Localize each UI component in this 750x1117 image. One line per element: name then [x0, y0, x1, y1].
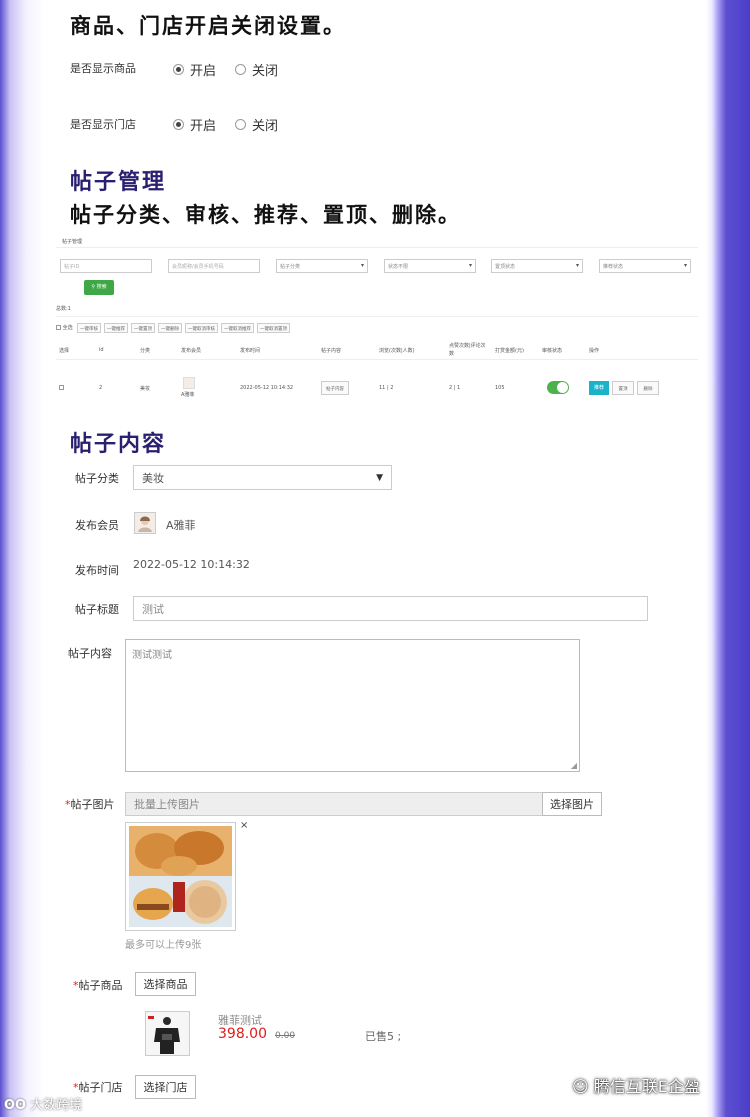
row-time: 2022-05-12 10:14:32 — [240, 385, 294, 391]
store-label: *帖子门店 — [73, 1081, 123, 1094]
food-image — [129, 826, 232, 927]
time-label: 发布时间 — [75, 564, 119, 577]
category-label: 帖子分类 — [75, 472, 119, 485]
divider — [56, 316, 698, 317]
row-likes: 2 | 1 — [449, 385, 461, 391]
bulk-delete-button[interactable]: 一键删除 — [158, 323, 182, 333]
bulk-unapprove-button[interactable]: 一键取消审核 — [185, 323, 218, 333]
uploaded-image — [125, 822, 236, 931]
choose-image-button[interactable]: 选择图片 — [542, 792, 602, 816]
goods-image — [145, 1011, 190, 1056]
bulk-recommend-button[interactable]: 一键推荐 — [104, 323, 128, 333]
show-goods-on-radio[interactable]: 开启 — [173, 59, 216, 79]
col-id: id — [99, 347, 104, 353]
col-time: 发布时间 — [240, 348, 261, 354]
member-filter[interactable]: 会员昵称/会员手机号码 — [168, 259, 260, 273]
section-title-visibility: 商品、门店开启关闭设置。 — [70, 14, 346, 38]
member-avatar — [134, 512, 156, 534]
checkbox-icon — [56, 325, 61, 330]
status-filter[interactable]: 状态不限 — [384, 259, 476, 273]
row-member: A雅菲 — [181, 392, 195, 398]
select-all-checkbox[interactable]: 全选 — [56, 324, 73, 331]
row-views: 11 | 2 — [379, 385, 394, 391]
show-goods-off-radio[interactable]: 关闭 — [235, 59, 278, 79]
show-store-label: 是否显示门店 — [70, 118, 136, 131]
delete-button[interactable]: 删除 — [637, 381, 659, 395]
review-toggle[interactable] — [547, 381, 569, 394]
col-content: 帖子内容 — [321, 348, 342, 354]
col-views: 浏览(次数|人数) — [379, 348, 415, 354]
goods-orig-price: 0.00 — [275, 1031, 296, 1041]
top-status-filter[interactable]: 置顶状态 — [491, 259, 583, 273]
bulk-actions: 一键审核 一键推荐 一键置顶 一键删除 一键取消审核 一键取消推荐 一键取消置顶 — [77, 323, 290, 333]
search-icon: ⚲ — [91, 284, 96, 290]
divider — [56, 247, 698, 248]
recommend-button[interactable]: 推荐 — [589, 381, 609, 395]
col-reward: 打赏金额(元) — [495, 348, 524, 354]
radio-icon — [173, 64, 184, 75]
radio-icon — [235, 119, 246, 130]
goods-label: *帖子商品 — [73, 979, 123, 992]
setting-row-show-goods: 是否显示商品 — [70, 57, 136, 76]
radio-icon — [173, 119, 184, 130]
section-subtitle-manage: 帖子分类、审核、推荐、置顶、删除。 — [70, 203, 461, 227]
choose-store-button[interactable]: 选择门店 — [135, 1075, 196, 1099]
show-store-on-radio[interactable]: 开启 — [173, 114, 216, 134]
top-button[interactable]: 置顶 — [612, 381, 634, 395]
remove-image-icon[interactable]: × — [240, 820, 248, 831]
content-textarea[interactable]: 测试测试 ◢ — [125, 639, 580, 772]
member-label: 发布会员 — [75, 519, 119, 532]
row-checkbox[interactable] — [59, 385, 64, 390]
images-upload-input[interactable]: 批量上传图片 — [125, 792, 543, 816]
row-reward: 105 — [495, 385, 505, 391]
radio-icon — [235, 64, 246, 75]
bulk-top-button[interactable]: 一键置顶 — [131, 323, 155, 333]
row-id: 2 — [99, 385, 103, 391]
setting-row-show-store: 是否显示门店 — [70, 113, 136, 132]
avatar — [183, 377, 195, 389]
row-category: 美妆 — [140, 386, 151, 392]
post-id-filter[interactable]: 帖子ID — [60, 259, 152, 273]
choose-goods-button[interactable]: 选择商品 — [135, 972, 196, 996]
bulk-approve-button[interactable]: 一键审核 — [77, 323, 101, 333]
col-review: 审核状态 — [542, 348, 563, 354]
divider — [56, 359, 698, 360]
member-name: A雅菲 — [166, 519, 196, 532]
bulk-unrecommend-button[interactable]: 一键取消推荐 — [221, 323, 254, 333]
watermark-left: ʘʘ 大数跨境 — [4, 1098, 83, 1113]
total-count: 总数:1 — [56, 306, 71, 312]
goods-price: 398.00 — [218, 1026, 267, 1042]
panel-header: 帖子管理 — [62, 239, 83, 245]
wechat-icon: ☺ — [572, 1077, 589, 1096]
search-button[interactable]: ⚲ 搜索 — [84, 280, 114, 295]
watermark-right: ☺ 腾信互联E企盈 — [572, 1077, 700, 1096]
content-label: 帖子内容 — [68, 647, 112, 660]
show-goods-label: 是否显示商品 — [70, 62, 136, 75]
post-content-button[interactable]: 帖子内容 — [321, 381, 349, 395]
logo-icon: ʘʘ — [4, 1098, 27, 1113]
category-select[interactable]: 美妆 ▼ — [133, 465, 392, 490]
post-title-input[interactable]: 测试 — [133, 596, 648, 621]
recommend-status-filter[interactable]: 推荐状态 — [599, 259, 691, 273]
bulk-untop-button[interactable]: 一键取消置顶 — [257, 323, 290, 333]
chevron-down-icon: ▼ — [376, 472, 383, 483]
col-actions: 操作 — [589, 348, 600, 354]
images-label: *帖子图片 — [65, 798, 115, 811]
category-filter[interactable]: 帖子分类 — [276, 259, 368, 273]
col-category: 分类 — [140, 348, 151, 354]
images-hint: 最多可以上传9张 — [125, 940, 202, 951]
goods-sold: 已售5 ; — [365, 1030, 402, 1043]
section-title-content: 帖子内容 — [70, 432, 167, 457]
resize-handle-icon[interactable]: ◢ — [571, 761, 577, 770]
col-likes: 点赞次数|评论次数 — [449, 343, 486, 357]
post-title-label: 帖子标题 — [75, 603, 119, 616]
col-member: 发布会员 — [181, 348, 202, 354]
section-title-manage: 帖子管理 — [70, 170, 167, 195]
show-store-off-radio[interactable]: 关闭 — [235, 114, 278, 134]
col-select: 选择 — [59, 348, 70, 354]
time-value: 2022-05-12 10:14:32 — [133, 558, 250, 571]
